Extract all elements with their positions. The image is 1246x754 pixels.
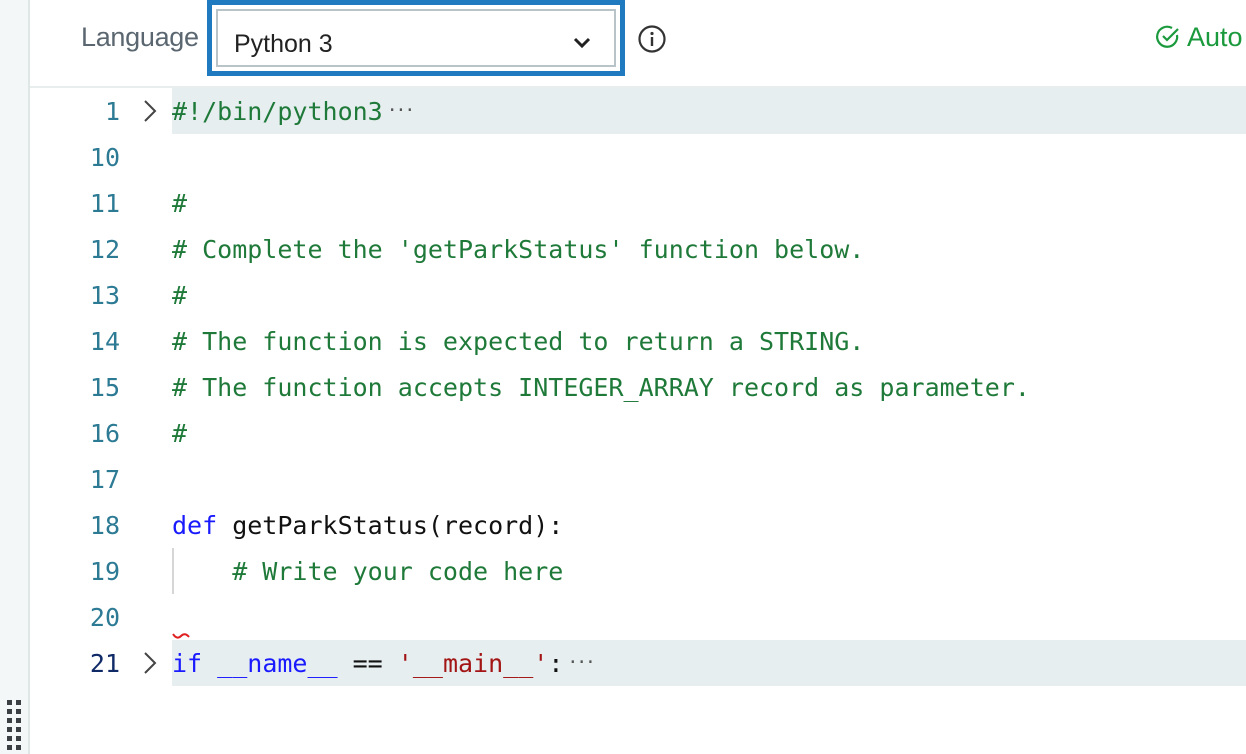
chevron-down-icon	[573, 37, 591, 49]
code-line[interactable]: 13 #	[30, 272, 1246, 318]
code-line[interactable]: 19 # Write your code here	[30, 548, 1246, 594]
resize-drag-handle[interactable]	[7, 700, 21, 754]
line-number: 15	[89, 373, 120, 402]
autosave-label: Auto	[1187, 22, 1243, 52]
code-line[interactable]: 14 # The function is expected to return …	[30, 318, 1246, 364]
code-text: # The function is expected to return a S…	[172, 327, 865, 356]
line-number: 20	[89, 603, 120, 632]
code-text: # Write your code here	[172, 557, 564, 586]
chevron-right-icon[interactable]	[142, 98, 158, 124]
code-text: def getParkStatus(record):	[172, 511, 564, 540]
chevron-right-icon[interactable]	[142, 650, 158, 676]
line-number: 14	[89, 327, 120, 356]
autosave-status: Auto	[1155, 22, 1243, 53]
line-number: 13	[89, 281, 120, 310]
left-rail	[0, 0, 30, 754]
code-text: if __name__ == '__main__': ···	[172, 649, 596, 678]
language-label: Language	[81, 22, 199, 52]
code-line[interactable]: 10	[30, 134, 1246, 180]
code-line[interactable]: 21 if __name__ == '__main__': ···	[30, 633, 1246, 686]
code-line[interactable]: 17	[30, 456, 1246, 502]
code-text: # The function accepts INTEGER_ARRAY rec…	[172, 373, 1030, 402]
line-number: 12	[89, 235, 120, 264]
code-line[interactable]: 20	[30, 594, 1246, 640]
line-number: 21	[89, 649, 120, 678]
code-line[interactable]: 12 # Complete the 'getParkStatus' functi…	[30, 226, 1246, 272]
code-text: #	[172, 419, 188, 448]
code-line[interactable]: 16 #	[30, 410, 1246, 456]
fold-ellipsis[interactable]: ···	[567, 652, 595, 673]
language-select[interactable]: Python 3	[207, 0, 625, 76]
error-squiggle	[172, 633, 190, 639]
line-number: 10	[89, 143, 120, 172]
language-selected-value: Python 3	[234, 30, 333, 58]
editor-toolbar: Language Python 3 Auto	[30, 0, 1246, 88]
fold-ellipsis[interactable]: ···	[387, 100, 415, 121]
line-number: 17	[89, 465, 120, 494]
code-text: # Complete the 'getParkStatus' function …	[172, 235, 865, 264]
line-number: 16	[89, 419, 120, 448]
code-text: #!/bin/python3 ···	[172, 97, 415, 126]
code-line[interactable]: 18 def getParkStatus(record):	[30, 502, 1246, 548]
line-number: 18	[89, 511, 120, 540]
check-circle-icon	[1156, 25, 1179, 48]
line-number: 11	[89, 189, 120, 218]
code-line[interactable]: 1 #!/bin/python3 ···	[30, 88, 1246, 134]
code-line[interactable]: 11 #	[30, 180, 1246, 226]
code-line[interactable]: 15 # The function accepts INTEGER_ARRAY …	[30, 364, 1246, 410]
code-editor[interactable]: 1 #!/bin/python3 ··· 10 11 # 12 # Complet…	[30, 88, 1246, 754]
line-number: 19	[89, 557, 120, 586]
code-text: #	[172, 189, 188, 218]
line-number: 1	[104, 97, 120, 126]
info-icon[interactable]	[637, 24, 667, 54]
code-text: #	[172, 281, 188, 310]
